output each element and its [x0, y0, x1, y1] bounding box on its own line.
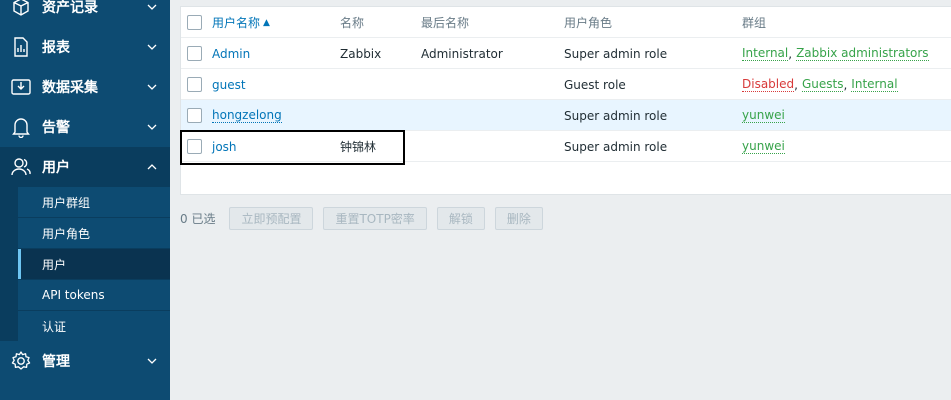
col-username-header[interactable]: 用户名称 ▲ — [212, 7, 270, 38]
role-cell: Guest role — [564, 77, 626, 92]
chevron-down-icon — [147, 42, 157, 52]
chevron-down-icon — [147, 82, 157, 92]
submenu-user-roles[interactable]: 用户角色 — [18, 218, 170, 248]
nav-alerts[interactable]: 告警 — [0, 107, 170, 147]
username-link[interactable]: hongzelong — [212, 108, 282, 123]
nav-data-collection[interactable]: 数据采集 — [0, 67, 170, 107]
table-header: 用户名称 ▲ 名称 最后名称 用户角色 群组 — [181, 7, 951, 38]
group-link[interactable]: Zabbix administrators — [796, 46, 929, 61]
submenu-user-groups[interactable]: 用户群组 — [18, 187, 170, 217]
nav-label: 告警 — [42, 120, 70, 136]
report-icon — [10, 36, 32, 58]
group-link[interactable]: Guests — [801, 77, 844, 92]
row-checkbox[interactable] — [187, 46, 202, 61]
unblock-button[interactable]: 解锁 — [436, 206, 485, 230]
gear-icon — [10, 350, 32, 372]
role-cell: Super admin role — [564, 46, 668, 61]
nav-reports[interactable]: 报表 — [0, 27, 170, 67]
group-link[interactable]: yunwei — [742, 139, 785, 154]
users-submenu: 用户群组 用户角色 用户 API tokens 认证 — [0, 186, 170, 341]
groups-cell: Internal, Zabbix administrators — [742, 46, 929, 61]
nav-label: 报表 — [42, 40, 70, 56]
table-row: guest Guest role Disabled, Guests, Inter… — [181, 69, 951, 100]
table-row: josh 钟锦林 Super admin role yunwei — [181, 131, 951, 162]
box-icon — [10, 0, 32, 18]
chevron-up-icon — [147, 162, 157, 172]
nav-administration[interactable]: 管理 — [0, 341, 170, 381]
name-cell: Zabbix — [340, 46, 382, 61]
bell-icon — [10, 116, 32, 138]
groups-cell: yunwei — [742, 100, 785, 131]
row-checkbox[interactable] — [187, 108, 202, 123]
username-link[interactable]: guest — [212, 78, 246, 92]
table-row: Admin Zabbix Administrator Super admin r… — [181, 38, 951, 69]
role-cell: Super admin role — [564, 139, 668, 154]
group-link[interactable]: yunwei — [742, 108, 785, 123]
row-checkbox[interactable] — [187, 77, 202, 92]
data-collection-icon — [10, 76, 32, 98]
selected-count: 0 已选 — [180, 211, 216, 226]
nav-users[interactable]: 用户 — [0, 147, 170, 187]
nav-label: 管理 — [42, 354, 70, 370]
sort-asc-icon: ▲ — [263, 17, 270, 28]
groups-cell: yunwei — [742, 131, 785, 162]
nav-label: 资产记录 — [42, 0, 98, 16]
group-link[interactable]: Internal — [851, 77, 898, 92]
col-surname-header[interactable]: 最后名称 — [421, 7, 469, 38]
username-link[interactable]: Admin — [212, 47, 250, 61]
table-row: hongzelong Super admin role yunwei — [181, 100, 951, 131]
submenu-api-tokens[interactable]: API tokens — [18, 280, 170, 310]
submenu-users[interactable]: 用户 — [18, 249, 170, 279]
chevron-down-icon — [147, 2, 157, 12]
delete-button[interactable]: 删除 — [494, 206, 543, 230]
nav-label: 数据采集 — [42, 80, 98, 96]
nav-asset-records[interactable]: 资产记录 — [0, 0, 170, 27]
col-name-header[interactable]: 名称 — [340, 7, 364, 38]
submenu-authentication[interactable]: 认证 — [18, 311, 170, 341]
group-link-disabled[interactable]: Disabled — [742, 77, 795, 92]
users-table: 用户名称 ▲ 名称 最后名称 用户角色 群组 Admin Zabbix Admi… — [180, 6, 951, 195]
select-all-checkbox[interactable] — [187, 15, 202, 30]
col-username-label: 用户名称 — [212, 16, 261, 30]
sidebar: 资产记录 报表 数据采集 告警 用户 用户群组 用户角色 用户 API toke — [0, 0, 170, 400]
nav-label: 用户 — [42, 160, 70, 176]
chevron-down-icon — [147, 122, 157, 132]
col-role-header[interactable]: 用户角色 — [564, 7, 612, 38]
user-icon — [10, 156, 32, 178]
row-checkbox[interactable] — [187, 139, 202, 154]
col-groups-header: 群组 — [742, 16, 767, 30]
groups-cell: Disabled, Guests, Internal — [742, 77, 898, 92]
surname-cell: Administrator — [421, 46, 503, 61]
group-link[interactable]: Internal — [742, 46, 789, 61]
username-link[interactable]: josh — [212, 140, 237, 154]
mass-action-bar: 0 已选 立即预配置 重置TOTP密率 解锁 删除 — [180, 206, 553, 230]
provision-now-button[interactable]: 立即预配置 — [229, 206, 314, 230]
chevron-down-icon — [147, 356, 157, 366]
reset-totp-button[interactable]: 重置TOTP密率 — [323, 206, 427, 230]
name-cell: 钟锦林 — [340, 140, 377, 154]
role-cell: Super admin role — [564, 108, 668, 123]
